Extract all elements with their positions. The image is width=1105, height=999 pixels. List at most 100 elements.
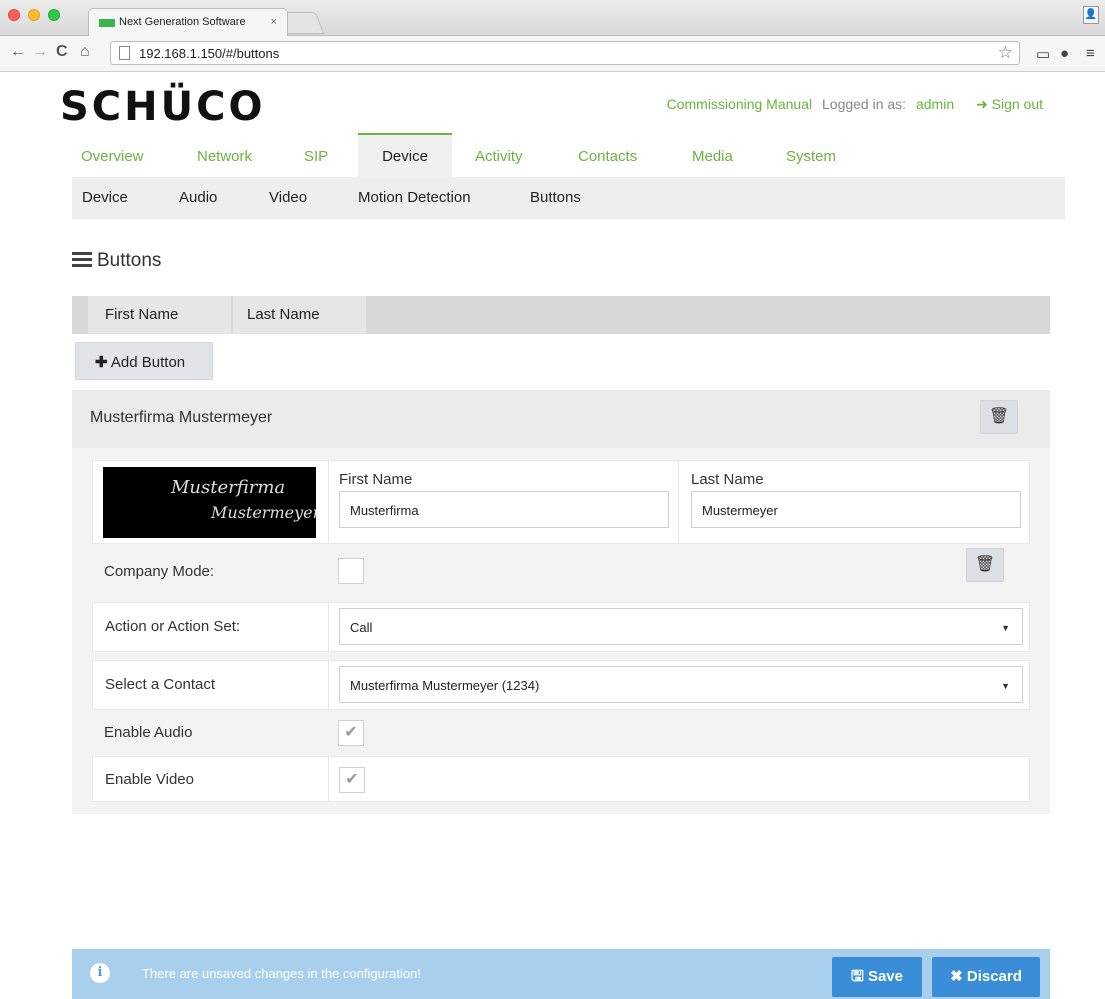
sign-out-icon: ➜: [976, 96, 988, 112]
add-button-button[interactable]: ✚ Add Button: [75, 342, 213, 380]
tab-device[interactable]: Device: [358, 133, 452, 177]
action-label: Action or Action Set:: [105, 618, 241, 635]
panel-header[interactable]: Musterfirma Mustermeyer 🗑: [72, 390, 1050, 448]
discard-button[interactable]: ✖ Discard: [932, 957, 1040, 997]
discard-label: Discard: [966, 968, 1022, 985]
divider: [328, 661, 329, 709]
last-name-field[interactable]: Mustermeyer: [691, 491, 1021, 528]
contact-image[interactable]: Musterfirma Mustermeyer: [103, 467, 316, 538]
tab-media[interactable]: Media: [692, 133, 733, 177]
enable-video-checkbox[interactable]: ✔: [339, 767, 365, 793]
company-mode-label: Company Mode:: [104, 563, 215, 580]
subtab-motion-detection[interactable]: Motion Detection: [358, 189, 471, 206]
browser-titlebar: Next Generation Software × 👤: [0, 0, 1105, 36]
tab-close-icon[interactable]: ×: [271, 16, 277, 28]
close-icon: ✖: [950, 968, 963, 985]
tab-title: Next Generation Software: [119, 16, 246, 28]
url-text: 192.168.1.150/#/buttons: [139, 46, 280, 61]
cast-icon[interactable]: ▭: [1036, 45, 1050, 63]
page-title: Buttons: [97, 250, 162, 271]
divider: [678, 461, 679, 543]
column-last-name[interactable]: Last Name: [233, 296, 366, 334]
commissioning-manual-link[interactable]: Commissioning Manual: [667, 96, 813, 112]
tab-system[interactable]: System: [786, 133, 836, 177]
enable-audio-row: Enable Audio ✔: [92, 710, 1030, 756]
browser-tab[interactable]: Next Generation Software ×: [88, 8, 288, 36]
header-links: Commissioning Manual Logged in as: admin…: [661, 96, 1043, 113]
unsaved-changes-bar: i There are unsaved changes in the confi…: [72, 949, 1050, 999]
close-window-button[interactable]: [8, 9, 20, 21]
enable-video-label: Enable Video: [105, 771, 194, 788]
first-name-field[interactable]: Musterfirma: [339, 491, 669, 528]
forward-icon[interactable]: →: [32, 43, 48, 61]
add-button-label: Add Button: [110, 354, 186, 371]
sign-out-link[interactable]: ➜ Sign out: [976, 96, 1043, 112]
chevron-down-icon: ▼: [1001, 681, 1010, 691]
name-row: Musterfirma Mustermeyer First Name Muste…: [92, 460, 1030, 544]
save-icon: 🖫: [851, 968, 864, 985]
delete-entry-button[interactable]: 🗑: [980, 400, 1018, 434]
subtab-audio[interactable]: Audio: [179, 189, 217, 206]
menu-icon[interactable]: ≡: [1086, 45, 1095, 62]
page-icon: [119, 46, 130, 60]
divider: [328, 603, 329, 651]
extension-icon[interactable]: ●: [1060, 45, 1069, 62]
bookmark-star-icon[interactable]: ☆: [998, 43, 1013, 63]
unsaved-changes-message: There are unsaved changes in the configu…: [142, 966, 421, 981]
divider: [328, 757, 329, 801]
contact-label: Select a Contact: [105, 676, 216, 693]
contact-select[interactable]: Musterfirma Mustermeyer (1234) ▼: [339, 666, 1023, 703]
table-header: First Name Last Name: [72, 296, 1050, 334]
favicon-icon: [99, 19, 115, 27]
company-mode-row: Company Mode: 🗑: [92, 544, 1030, 600]
info-icon: i: [90, 963, 110, 983]
back-icon[interactable]: ←: [10, 43, 26, 61]
home-icon[interactable]: ⌂: [80, 43, 90, 61]
save-label: Save: [867, 968, 903, 985]
enable-audio-label: Enable Audio: [104, 724, 193, 741]
schueco-logo: SCHÜCO: [60, 84, 266, 130]
enable-audio-checkbox[interactable]: ✔: [338, 720, 364, 746]
tab-overview[interactable]: Overview: [81, 133, 144, 177]
entry-title: Musterfirma Mustermeyer: [90, 409, 273, 426]
subtab-buttons[interactable]: Buttons: [530, 189, 581, 206]
first-name-label: First Name: [339, 471, 413, 488]
divider: [328, 461, 329, 543]
check-icon: ✔: [345, 771, 359, 788]
reload-icon[interactable]: C: [56, 43, 68, 61]
address-bar[interactable]: 192.168.1.150/#/buttons ☆: [110, 41, 1020, 65]
contact-value: Musterfirma Mustermeyer (1234): [350, 678, 540, 693]
username[interactable]: admin: [916, 96, 954, 112]
trash-icon: 🗑: [974, 556, 996, 573]
minimize-window-button[interactable]: [28, 9, 40, 21]
subtab-device[interactable]: Device: [82, 189, 128, 206]
last-name-label: Last Name: [691, 471, 764, 488]
tab-contacts[interactable]: Contacts: [578, 133, 637, 177]
save-button[interactable]: 🖫 Save: [832, 957, 922, 997]
column-first-name[interactable]: First Name: [88, 296, 231, 334]
chevron-down-icon: ▼: [1001, 623, 1010, 633]
tab-activity[interactable]: Activity: [475, 133, 523, 177]
plus-icon: ✚: [95, 354, 108, 371]
action-row: Action or Action Set: Call ▼: [92, 602, 1030, 652]
image-text-1: Musterfirma: [171, 477, 286, 498]
check-icon: ✔: [344, 724, 358, 741]
enable-video-row: Enable Video ✔: [92, 756, 1030, 802]
action-value: Call: [350, 620, 373, 635]
delete-field-button[interactable]: 🗑: [966, 548, 1004, 582]
maximize-window-button[interactable]: [48, 9, 60, 21]
tab-sip[interactable]: SIP: [304, 133, 328, 177]
profile-icon[interactable]: 👤: [1083, 6, 1099, 24]
browser-toolbar: ← → C ⌂ 192.168.1.150/#/buttons ☆ ▭ ● ≡: [0, 36, 1105, 72]
sign-out-label: Sign out: [991, 96, 1043, 112]
company-mode-checkbox[interactable]: [338, 558, 364, 584]
sub-nav: Device Audio Video Motion Detection Butt…: [72, 177, 1065, 219]
tab-network[interactable]: Network: [197, 133, 252, 177]
action-select[interactable]: Call ▼: [339, 608, 1023, 645]
subtab-video[interactable]: Video: [269, 189, 307, 206]
list-icon: [72, 252, 92, 268]
trash-icon: 🗑: [988, 408, 1010, 425]
image-text-2: Mustermeyer: [211, 503, 316, 522]
logged-in-label: Logged in as:: [822, 96, 907, 112]
button-entry-panel: Musterfirma Mustermeyer 🗑 Musterfirma Mu…: [72, 390, 1050, 814]
